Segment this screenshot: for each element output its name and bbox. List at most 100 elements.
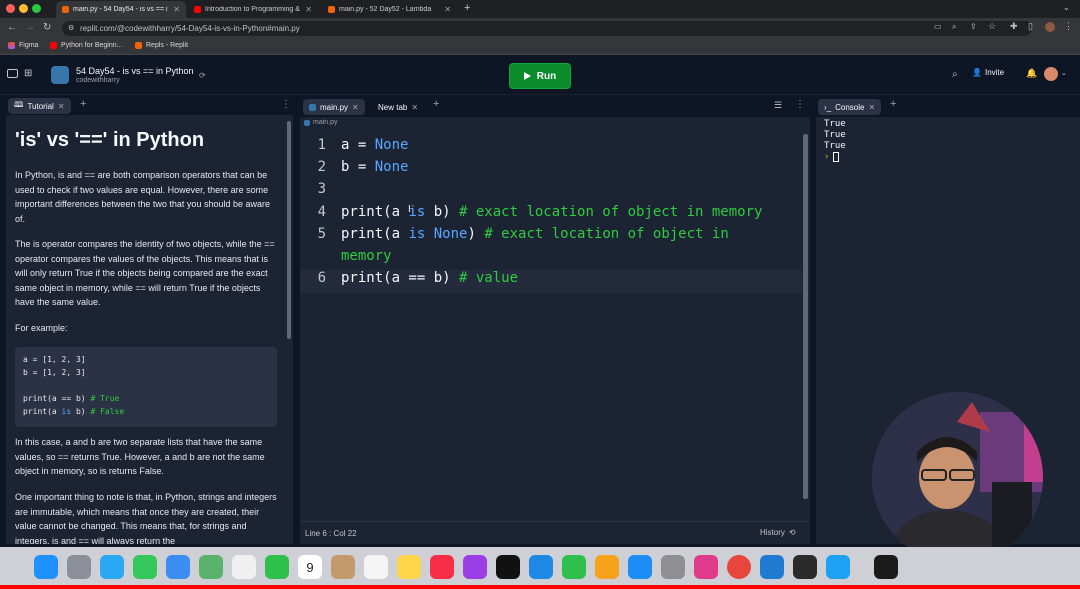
feedback-icon[interactable] bbox=[694, 555, 718, 579]
add-tab-button[interactable]: + bbox=[890, 98, 896, 110]
facetime-icon[interactable] bbox=[265, 555, 289, 579]
pane-menu-icon[interactable]: ⋮ bbox=[281, 99, 291, 110]
tab-search-chevron-icon[interactable]: ⌄ bbox=[1063, 3, 1070, 12]
search-icon[interactable]: ⌕ bbox=[952, 69, 958, 80]
launchpad-icon[interactable] bbox=[67, 555, 91, 579]
finder-icon[interactable] bbox=[34, 555, 58, 579]
editor-pane: main.py ✕ New tab ✕ + ☰ ⋮ main.py 1 a = N… bbox=[300, 97, 810, 544]
line-number: 4 bbox=[317, 203, 326, 220]
code-line[interactable]: print(a is b) # exact location of object… bbox=[341, 204, 762, 220]
tab-new-tab[interactable]: New tab ✕ bbox=[372, 99, 424, 115]
invite-button[interactable]: 👤 Invite bbox=[972, 68, 1004, 77]
site-info-icon[interactable]: ⚙ bbox=[68, 21, 74, 36]
repl-owner[interactable]: codewithharry bbox=[76, 77, 120, 84]
file-breadcrumb[interactable]: main.py bbox=[304, 119, 338, 126]
replit-logo-icon[interactable]: ⊞ bbox=[24, 68, 32, 79]
vscode-icon[interactable] bbox=[760, 555, 784, 579]
close-tab-icon[interactable]: ✕ bbox=[305, 5, 312, 14]
skype-icon[interactable] bbox=[826, 555, 850, 579]
profile-avatar[interactable] bbox=[1045, 22, 1055, 32]
maximize-window-button[interactable] bbox=[32, 4, 41, 13]
new-tab-button[interactable]: + bbox=[464, 2, 470, 14]
code-text: print(a bbox=[341, 203, 409, 220]
tutorial-paragraph: For example: bbox=[15, 323, 68, 333]
browser-menu-icon[interactable]: ⋮ bbox=[1064, 21, 1073, 32]
add-pane-tab-button[interactable]: + bbox=[80, 98, 86, 110]
music-icon[interactable] bbox=[430, 555, 454, 579]
bookmark-figma[interactable]: Figma bbox=[8, 42, 38, 49]
maps-icon[interactable] bbox=[199, 555, 223, 579]
tab-tutorial[interactable]: 🕮 Tutorial ✕ bbox=[8, 98, 71, 114]
figma-icon bbox=[8, 42, 15, 49]
tab-console[interactable]: ›_ Console ✕ bbox=[818, 99, 882, 115]
chrome-icon[interactable] bbox=[727, 555, 751, 579]
history-button[interactable]: History ⟲ bbox=[760, 528, 796, 537]
account-chevron-icon[interactable]: ⌄ bbox=[1061, 69, 1067, 77]
forward-arrow-icon[interactable]: → bbox=[25, 22, 35, 33]
logitech-g-icon[interactable] bbox=[874, 555, 898, 579]
close-tab-icon[interactable]: ✕ bbox=[868, 103, 875, 112]
bookmark-python-beginners[interactable]: Python for Beginn... bbox=[50, 42, 122, 49]
code-line[interactable]: a = None bbox=[341, 137, 408, 153]
close-window-button[interactable] bbox=[6, 4, 15, 13]
photos-icon[interactable] bbox=[232, 555, 256, 579]
notes-icon[interactable] bbox=[397, 555, 421, 579]
sidebar-icon[interactable]: ▯ bbox=[1028, 21, 1033, 32]
user-avatar[interactable] bbox=[1044, 67, 1058, 81]
mail-icon[interactable] bbox=[166, 555, 190, 579]
tutorial-paragraph: The is operator compares the identity of… bbox=[15, 239, 275, 307]
app-store-icon[interactable] bbox=[628, 555, 652, 579]
browser-tab-intro-programming[interactable]: Introduction to Programming & ✕ bbox=[188, 1, 318, 18]
back-arrow-icon[interactable]: ← bbox=[7, 22, 17, 33]
close-tab-icon[interactable]: ✕ bbox=[352, 103, 359, 112]
numbers-icon[interactable] bbox=[562, 555, 586, 579]
extensions-icon[interactable]: ✚ bbox=[1010, 21, 1018, 32]
tutorial-scrollbar[interactable] bbox=[287, 121, 291, 339]
add-tab-button[interactable]: + bbox=[433, 98, 439, 110]
zoom-icon[interactable]: ⌕ bbox=[952, 22, 956, 32]
code-line[interactable]: print(a == b) # value bbox=[341, 270, 518, 286]
line-number: 5 bbox=[317, 225, 326, 242]
tab-main-py[interactable]: main.py ✕ bbox=[303, 99, 365, 115]
close-tab-icon[interactable]: ✕ bbox=[444, 5, 451, 14]
share-icon[interactable]: ⇪ bbox=[970, 22, 977, 31]
code-line[interactable]: print(a is None) # exact location of obj… bbox=[341, 226, 729, 242]
code-keyword: None bbox=[374, 159, 409, 176]
calendar-icon[interactable]: 9 bbox=[298, 555, 322, 579]
python-language-icon bbox=[51, 66, 69, 84]
browser-tab-main-py-day52[interactable]: main.py - 52 Day52 - Lambda ✕ bbox=[322, 1, 457, 18]
notifications-bell-icon[interactable]: 🔔 bbox=[1026, 68, 1037, 79]
close-tab-icon[interactable]: ✕ bbox=[173, 5, 180, 14]
contacts-icon[interactable] bbox=[331, 555, 355, 579]
apple-tv-icon[interactable] bbox=[496, 555, 520, 579]
code-line[interactable]: b = None bbox=[341, 159, 408, 175]
terminal-icon[interactable] bbox=[793, 555, 817, 579]
editor-scrollbar[interactable] bbox=[803, 134, 808, 499]
reminders-icon[interactable] bbox=[364, 555, 388, 579]
safari-icon[interactable] bbox=[100, 555, 124, 579]
browser-tab-main-py-day54[interactable]: main.py - 54 Day54 - is vs == i ✕ bbox=[56, 1, 186, 18]
close-tab-icon[interactable]: ✕ bbox=[411, 103, 418, 112]
close-tab-icon[interactable]: ✕ bbox=[58, 102, 65, 111]
messages-icon[interactable] bbox=[133, 555, 157, 579]
toggle-sidebar-icon[interactable] bbox=[7, 69, 18, 78]
pane-menu-icon[interactable]: ⋮ bbox=[795, 99, 805, 110]
format-code-icon[interactable]: ☰ bbox=[774, 100, 782, 111]
code-text: print(a == b) bbox=[341, 270, 460, 287]
minimize-window-button[interactable] bbox=[19, 4, 28, 13]
keynote-icon[interactable] bbox=[529, 555, 553, 579]
replit-favicon-icon bbox=[328, 6, 335, 13]
pages-icon[interactable] bbox=[595, 555, 619, 579]
install-app-icon[interactable]: ▭ bbox=[934, 22, 942, 31]
console-input[interactable]: › bbox=[824, 152, 840, 162]
url-bar[interactable]: ⚙ replit.com/@codewithharry/54-Day54-is-… bbox=[62, 21, 1032, 36]
bookmark-star-icon[interactable]: ☆ bbox=[988, 21, 996, 32]
bookmark-repls-replit[interactable]: Repls - Replit bbox=[135, 42, 188, 49]
run-button[interactable]: Run bbox=[509, 63, 571, 89]
repl-title[interactable]: 54 Day54 - is vs == in Python bbox=[76, 66, 194, 76]
code-line[interactable]: memory bbox=[341, 248, 392, 264]
reload-icon[interactable]: ↻ bbox=[43, 22, 51, 33]
podcasts-icon[interactable] bbox=[463, 555, 487, 579]
system-preferences-icon[interactable] bbox=[661, 555, 685, 579]
browser-tab-bar: main.py - 54 Day54 - is vs == i ✕ Introd… bbox=[0, 0, 1080, 18]
